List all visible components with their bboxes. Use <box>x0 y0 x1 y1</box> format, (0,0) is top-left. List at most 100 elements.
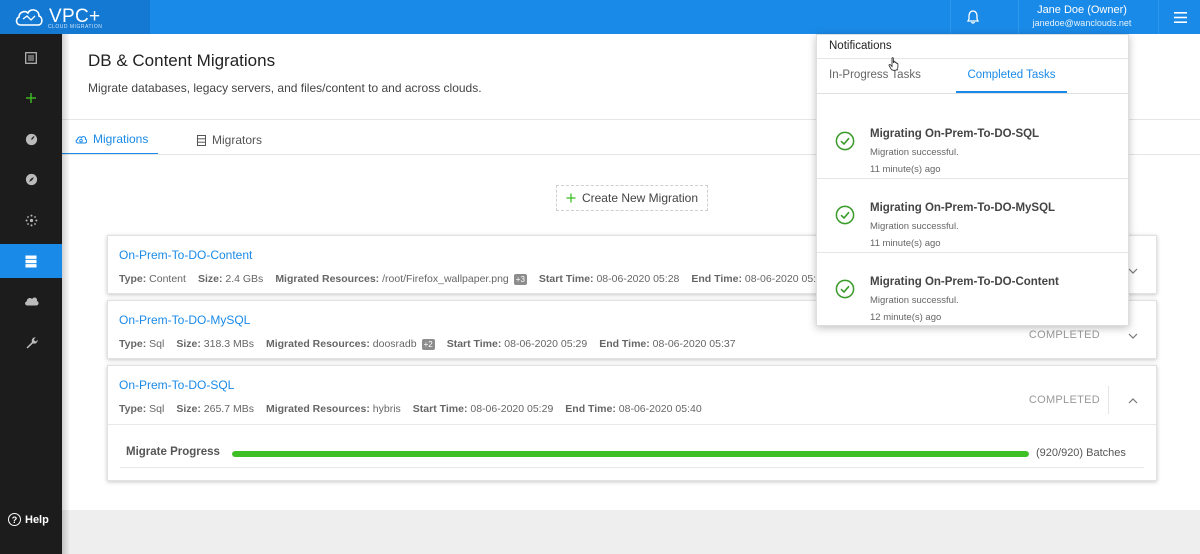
cloud-icon <box>24 297 39 306</box>
progress-count: (920/920) Batches <box>1036 447 1126 459</box>
check-circle-icon <box>835 131 855 151</box>
type-value: Sql <box>149 338 165 350</box>
type-value: Content <box>149 273 186 285</box>
bell-icon <box>967 10 979 24</box>
end-value: 08-06-2020 05:37 <box>652 338 736 350</box>
start-label: Start Time: <box>538 273 594 285</box>
gauge-icon <box>25 133 37 145</box>
check-circle-icon <box>835 205 855 225</box>
divider <box>120 467 1144 468</box>
page-subtitle: Migrate databases, legacy servers, and f… <box>88 81 482 95</box>
menu-icon <box>1173 11 1187 23</box>
start-value: 08-06-2020 05:28 <box>596 273 680 285</box>
database-icon <box>25 255 37 267</box>
notification-title: Migrating On-Prem-To-DO-SQL <box>870 128 1040 140</box>
sidebar-item-dashboard[interactable] <box>0 41 62 75</box>
user-name: Jane Doe (Owner) <box>1037 4 1127 16</box>
app-logo[interactable]: VPC+ CLOUD MIGRATION <box>0 0 150 34</box>
server-icon <box>197 134 206 146</box>
migration-name[interactable]: On-Prem-To-DO-Content <box>119 248 252 262</box>
extra-resources-badge[interactable]: +3 <box>513 273 527 285</box>
tab-migrations-label: Migrations <box>93 132 149 146</box>
sidebar-item-migrations[interactable] <box>0 244 62 278</box>
check-circle-icon <box>835 279 855 299</box>
tab-migrations[interactable]: Migrations <box>62 125 158 155</box>
page-title: DB & Content Migrations <box>88 51 276 70</box>
notification-time: 11 minute(s) ago <box>870 164 941 175</box>
size-label: Size: <box>197 273 223 285</box>
resources-label: Migrated Resources: <box>275 273 380 285</box>
notifications-panel: Notifications In-Progress Tasks Complete… <box>816 34 1129 326</box>
size-label: Size: <box>176 403 201 415</box>
sidebar-item-gauge[interactable] <box>0 122 62 156</box>
divider <box>817 93 1128 94</box>
wrench-icon <box>26 336 38 348</box>
plus-icon <box>566 193 576 203</box>
migration-meta: Type: Sql Size: 318.3 MBs Migrated Resou… <box>119 338 736 350</box>
sidebar-shadow <box>62 34 70 554</box>
chevron-up-icon[interactable] <box>1126 394 1140 408</box>
help-label: Help <box>25 513 49 526</box>
notification-message: Migration successful. <box>870 295 959 306</box>
notification-title: Migrating On-Prem-To-DO-Content <box>870 276 1059 288</box>
progress-bar <box>232 451 1029 457</box>
divider <box>1158 0 1159 34</box>
top-bar: VPC+ CLOUD MIGRATION Jane Doe (Owner) ja… <box>0 0 1200 34</box>
tab-in-progress-tasks[interactable]: In-Progress Tasks <box>829 69 921 93</box>
status-badge: COMPLETED <box>1028 394 1100 406</box>
resources-value: doosradb <box>372 338 417 350</box>
progress-section: Migrate Progress (920/920) Batches <box>108 424 1156 480</box>
compass-icon <box>25 173 37 185</box>
resources-label: Migrated Resources: <box>265 403 370 415</box>
type-label: Type: <box>119 403 147 415</box>
help-link[interactable]: ? Help <box>8 513 49 526</box>
end-value: 08-06-2020 05:3 <box>744 273 822 285</box>
migration-name[interactable]: On-Prem-To-DO-SQL <box>119 378 234 392</box>
chevron-down-icon[interactable] <box>1126 329 1140 343</box>
hamburger-menu-button[interactable] <box>1160 0 1200 34</box>
resources-value: /root/Firefox_wallpaper.png <box>382 273 509 285</box>
notifications-title: Notifications <box>829 40 892 52</box>
start-value: 08-06-2020 05:29 <box>470 403 554 415</box>
notification-time: 11 minute(s) ago <box>870 238 941 249</box>
migration-name[interactable]: On-Prem-To-DO-MySQL <box>119 313 250 327</box>
size-value: 265.7 MBs <box>203 403 254 415</box>
user-menu[interactable]: Jane Doe (Owner) janedoe@wanclouds.net <box>1020 3 1144 29</box>
sidebar-item-compass[interactable] <box>0 162 62 196</box>
start-value: 08-06-2020 05:29 <box>504 338 588 350</box>
sidebar-item-network[interactable] <box>0 203 62 237</box>
migration-meta: Type: Content Size: 2.4 GBs Migrated Res… <box>119 273 822 285</box>
size-label: Size: <box>176 338 201 350</box>
user-email: janedoe@wanclouds.net <box>1032 18 1132 28</box>
sidebar-item-add[interactable] <box>0 81 62 115</box>
notifications-button[interactable] <box>951 0 995 34</box>
type-label: Type: <box>119 273 147 285</box>
size-value: 318.3 MBs <box>203 338 254 350</box>
sidebar-item-tools[interactable] <box>0 325 62 359</box>
end-label: End Time: <box>599 338 650 350</box>
divider <box>1108 386 1109 414</box>
network-icon <box>25 214 37 226</box>
footer-band <box>62 510 1200 554</box>
end-value: 08-06-2020 05:40 <box>618 403 702 415</box>
plus-icon <box>26 93 36 103</box>
tab-completed-tasks[interactable]: Completed Tasks <box>956 69 1067 93</box>
sidebar-item-cloud[interactable] <box>0 284 62 318</box>
notification-title: Migrating On-Prem-To-DO-MySQL <box>870 202 1056 214</box>
create-migration-button[interactable]: Create New Migration <box>556 185 708 211</box>
end-label: End Time: <box>691 273 742 285</box>
cloud-logo-icon <box>15 9 43 26</box>
divider <box>817 58 1128 59</box>
notification-item[interactable]: Migrating On-Prem-To-DO-MySQL Migration … <box>817 179 1128 253</box>
tab-migrators[interactable]: Migrators <box>197 125 262 155</box>
divider <box>1018 0 1019 34</box>
notification-item[interactable]: Migrating On-Prem-To-DO-SQL Migration su… <box>817 105 1128 179</box>
progress-bar-fill <box>232 451 1029 457</box>
notification-item[interactable]: Migrating On-Prem-To-DO-Content Migratio… <box>817 253 1128 327</box>
help-icon: ? <box>8 513 21 526</box>
extra-resources-badge[interactable]: +2 <box>421 338 435 350</box>
migration-card-expanded[interactable]: On-Prem-To-DO-SQL Type: Sql Size: 265.7 … <box>107 365 1157 481</box>
start-label: Start Time: <box>446 338 502 350</box>
start-label: Start Time: <box>412 403 468 415</box>
logo-subtext: CLOUD MIGRATION <box>48 24 103 30</box>
